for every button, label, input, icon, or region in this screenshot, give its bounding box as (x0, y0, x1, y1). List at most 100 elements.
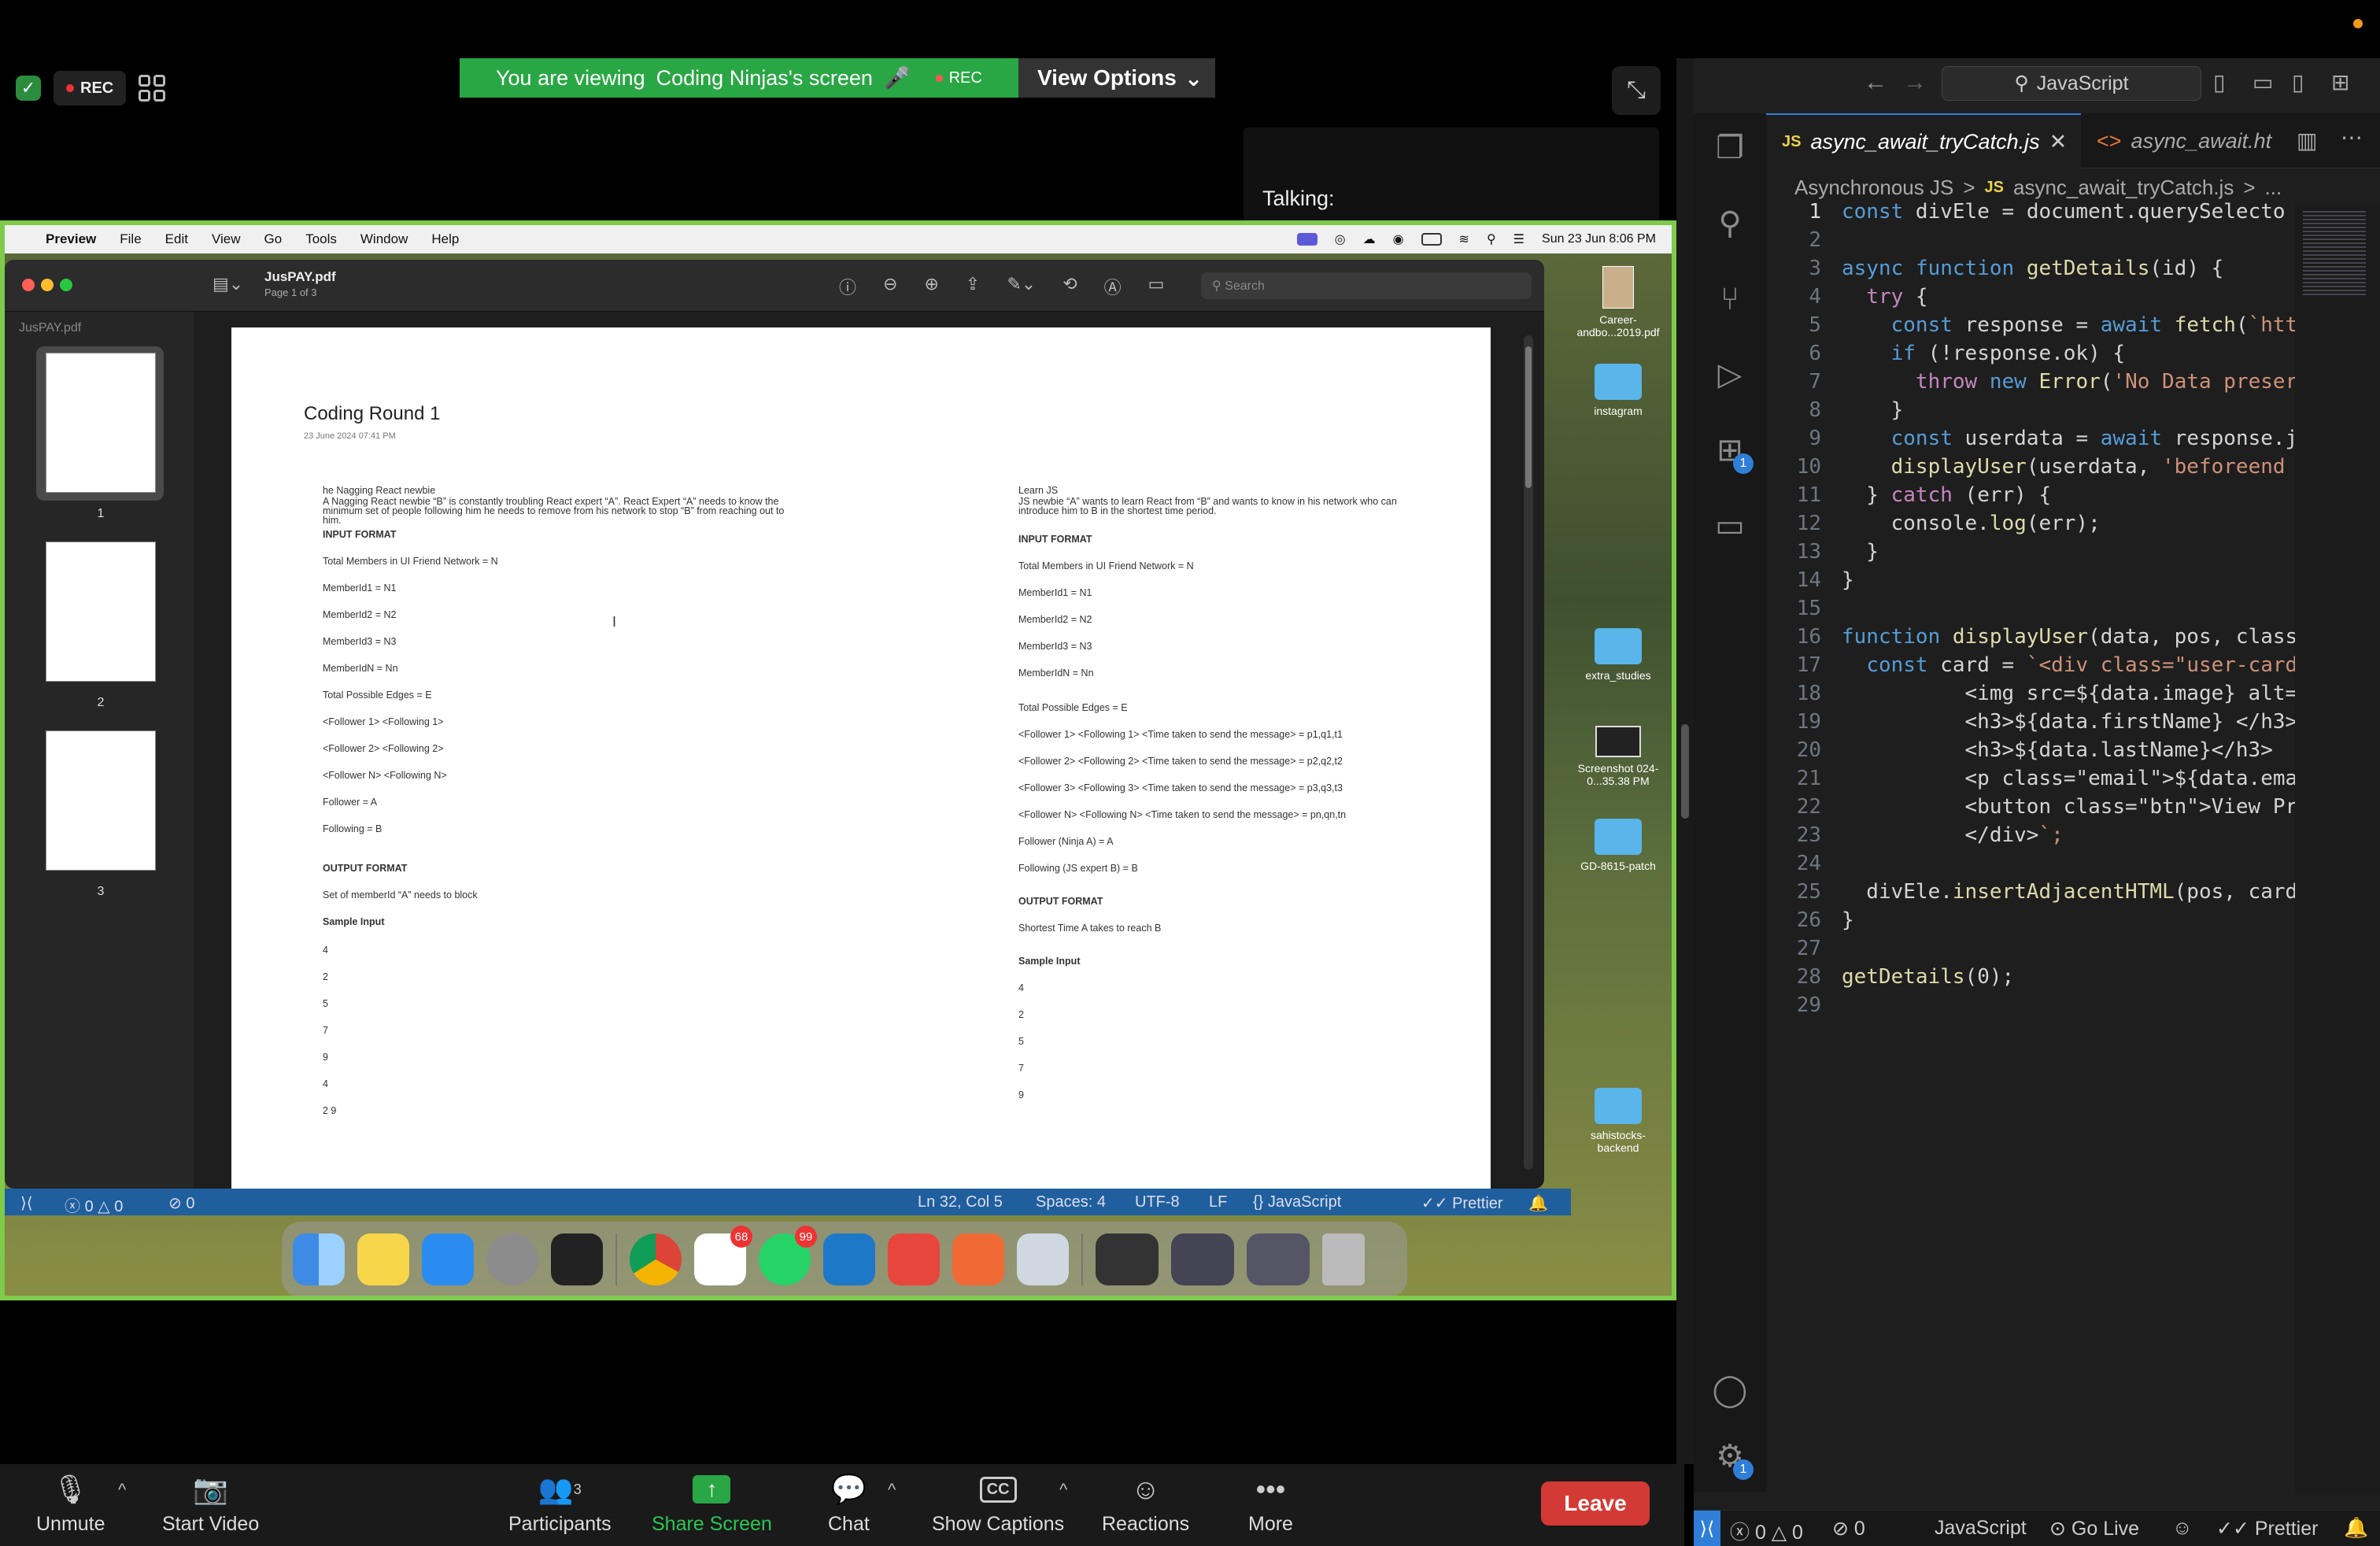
language-mode[interactable]: JavaScript (1935, 1517, 2027, 1540)
indentation[interactable]: Spaces: 4 (1036, 1193, 1106, 1211)
encoding[interactable]: UTF-8 (1135, 1193, 1180, 1211)
slack-icon[interactable]: 68 (694, 1226, 752, 1285)
minimap[interactable] (2295, 205, 2380, 1492)
preview-search-field[interactable]: ⚲ Search (1201, 272, 1532, 299)
menubar-icon[interactable]: ◎ (1335, 231, 1346, 247)
problems-counter[interactable]: ⓧ 0 △ 0 (65, 1193, 123, 1216)
chrome-icon[interactable] (630, 1233, 682, 1285)
command-center-search[interactable]: ⚲ JavaScript (1942, 66, 2201, 101)
formatter[interactable]: ✓✓ Prettier (2216, 1517, 2318, 1540)
split-editor-icon[interactable]: ▥ (2297, 128, 2317, 153)
problems-counter[interactable]: ⓧ 0 △ 0 (1730, 1517, 1803, 1545)
cursor-position[interactable]: Ln 32, Col 5 (918, 1193, 1003, 1211)
chat-options-caret-icon[interactable]: ^ (888, 1480, 896, 1500)
search-icon[interactable]: ⚲ (1709, 203, 1750, 244)
formatter[interactable]: ✓✓ Prettier (1421, 1193, 1503, 1213)
code-line[interactable]: } (1842, 568, 1854, 592)
code-line[interactable]: const response = await fetch(`htt (1842, 313, 2298, 337)
code-line[interactable]: <h3>${data.lastName}</h3> (1842, 738, 2273, 762)
git-client-icon[interactable] (888, 1233, 940, 1285)
code-line[interactable]: </div>`; (1842, 823, 2064, 847)
desktop-folder-sahistocks[interactable]: sahistocks-backend (1571, 1088, 1665, 1154)
close-tab-icon[interactable]: ✕ (2049, 130, 2068, 154)
code-line[interactable]: } (1842, 540, 1879, 564)
cloud-icon[interactable]: ☁ (1363, 231, 1376, 247)
annotate-icon[interactable]: Ⓐ (1104, 274, 1122, 299)
settings-gear-icon[interactable]: ⚙ 1 (1709, 1436, 1754, 1480)
notifications-bell-icon[interactable]: 🔔 (1528, 1193, 1548, 1213)
code-line[interactable]: divEle.insertAdjacentHTML(pos, card (1842, 880, 2297, 904)
accounts-icon[interactable]: ◯ (1709, 1370, 1750, 1411)
sidebar-toggle-icon[interactable]: ▤⌄ (213, 274, 243, 294)
control-center-icon[interactable]: ☰ (1513, 231, 1524, 247)
breadcrumb-file[interactable]: async_await_tryCatch.js (2013, 176, 2234, 200)
close-window-icon[interactable] (22, 279, 35, 291)
remote-explorer-icon[interactable]: ▭ (1709, 505, 1750, 546)
zoom-in-icon[interactable]: ⊕ (924, 274, 938, 299)
code-line[interactable]: function displayUser(data, pos, class (1842, 625, 2297, 649)
customize-layout-icon[interactable]: ⊞ (2331, 69, 2349, 95)
more-actions-icon[interactable]: ⋯ (2341, 124, 2363, 150)
menu-help[interactable]: Help (431, 231, 459, 247)
menu-tools[interactable]: Tools (305, 231, 337, 247)
dock-window-thumbnail[interactable] (1171, 1233, 1234, 1285)
code-line[interactable]: const userdata = await response.j (1842, 427, 2298, 450)
finder-icon[interactable] (293, 1233, 345, 1285)
code-line[interactable]: const divEle = document.querySelecto (1842, 200, 2286, 224)
code-line[interactable]: if (!response.ok) { (1842, 342, 2125, 365)
dock-window-thumbnail[interactable] (1247, 1233, 1310, 1285)
code-line[interactable]: throw new Error('No Data preser (1842, 370, 2297, 394)
go-live-button[interactable]: ⊙ Go Live (2049, 1517, 2139, 1540)
menu-app-name[interactable]: Preview (46, 231, 96, 247)
wifi-icon[interactable]: ≋ (1459, 231, 1469, 247)
code-line[interactable]: <button class="btn">View Pr (1842, 795, 2298, 819)
postman-icon[interactable] (952, 1233, 1004, 1285)
view-options-button[interactable]: View Options ⌄ (1018, 58, 1215, 98)
desktop-file-career[interactable]: Career-andbo...2019.pdf (1571, 266, 1665, 338)
code-line[interactable]: <img src=${data.image} alt= (1842, 682, 2298, 705)
breadcrumb-symbol[interactable]: ... (2265, 176, 2282, 200)
code-line[interactable]: <h3>${data.firstName} </h3> (1842, 710, 2298, 734)
code-line[interactable]: getDetails(0); (1842, 965, 2014, 989)
desktop-file-screenshot[interactable]: Screenshot 024-0...35.38 PM (1571, 726, 1665, 787)
forward-arrow-icon[interactable]: → (1903, 69, 1927, 96)
menu-file[interactable]: File (120, 231, 141, 247)
gallery-view-icon[interactable] (139, 75, 166, 102)
system-settings-icon[interactable] (486, 1233, 538, 1285)
desktop-folder-extra-studies[interactable]: extra_studies (1571, 628, 1665, 682)
code-line[interactable]: try { (1842, 285, 1927, 309)
form-fill-icon[interactable]: ▭ (1148, 274, 1165, 299)
leave-button[interactable]: Leave (1541, 1481, 1650, 1526)
code-line[interactable]: <p class="email">${data.ema (1842, 767, 2298, 790)
back-arrow-icon[interactable]: ← (1864, 69, 1887, 96)
participants-button[interactable]: 👥 3 Participants (508, 1472, 612, 1536)
desktop-folder-instagram[interactable]: instagram (1571, 364, 1665, 417)
rotate-icon[interactable]: ⟲ (1062, 274, 1077, 299)
zoom-out-icon[interactable]: ⊖ (883, 274, 897, 299)
preview-scroll-thumb[interactable] (1525, 346, 1532, 488)
exit-fullscreen-icon[interactable]: ⤡ (1612, 66, 1661, 115)
code-line[interactable]: console.log(err); (1842, 512, 2101, 535)
minimize-window-icon[interactable] (41, 279, 54, 291)
menu-window[interactable]: Window (360, 231, 408, 247)
dock-window-thumbnail[interactable] (1096, 1233, 1159, 1285)
ports-counter[interactable]: ⊘ 0 (1832, 1517, 1865, 1540)
terminal-icon[interactable] (551, 1233, 603, 1285)
share-screen-button[interactable]: ↑ Share Screen (652, 1472, 772, 1536)
captions-options-caret-icon[interactable]: ^ (1059, 1480, 1067, 1500)
vscode-icon[interactable] (823, 1233, 875, 1285)
markup-pen-icon[interactable]: ✎⌄ (1007, 274, 1036, 299)
run-debug-icon[interactable]: ▷ (1709, 354, 1750, 395)
split-grip[interactable] (1681, 724, 1689, 819)
battery-icon[interactable] (1421, 233, 1442, 246)
search-icon[interactable]: ⚲ (1487, 231, 1496, 247)
menubar-icon[interactable]: ◉ (1393, 231, 1404, 247)
extensions-icon[interactable]: ⊞ 1 (1709, 430, 1754, 474)
preview-app-icon[interactable] (1017, 1233, 1069, 1285)
code-line[interactable]: const card = `<div class="user-card (1842, 653, 2297, 677)
unmute-button[interactable]: 🎙 Unmute (36, 1472, 105, 1536)
remote-icon[interactable]: ⟩⟨ (20, 1193, 33, 1213)
show-captions-button[interactable]: CC Show Captions (932, 1472, 1064, 1536)
recording-indicator[interactable]: REC (54, 71, 127, 105)
menu-view[interactable]: View (212, 231, 241, 247)
